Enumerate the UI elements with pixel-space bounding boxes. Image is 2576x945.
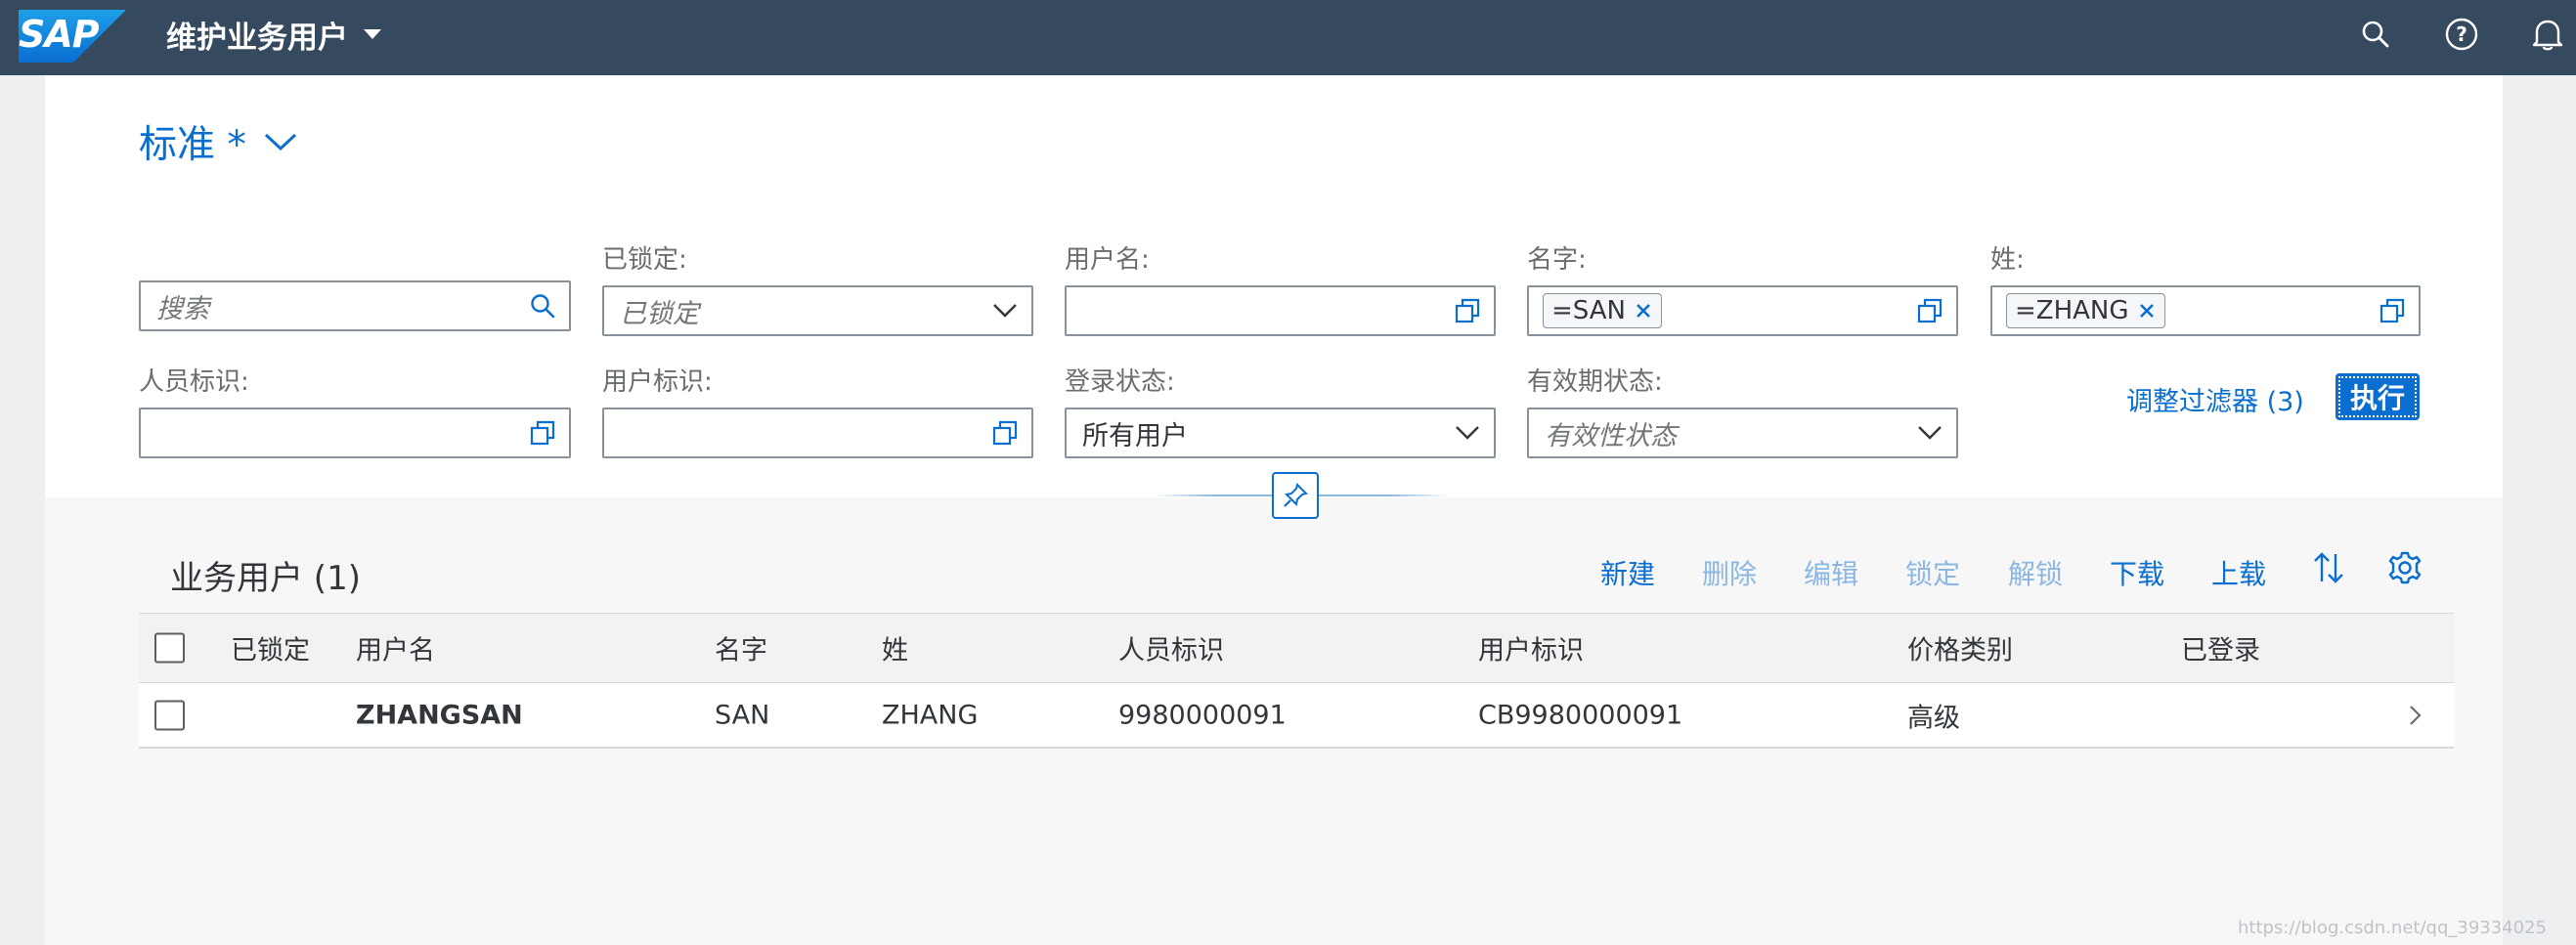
column-header-logged-on[interactable]: 已登录: [2181, 629, 2260, 667]
sap-logo-text: SAP: [19, 13, 100, 56]
username-filter-input[interactable]: [1065, 285, 1496, 336]
lock-button[interactable]: 锁定: [1905, 553, 1960, 592]
first-name-filter-label: 名字:: [1527, 245, 1587, 275]
search-placeholder: 搜索: [156, 293, 209, 324]
locked-filter-placeholder: 已锁定: [620, 298, 699, 329]
locked-filter-label: 已锁定:: [602, 245, 687, 275]
pin-header-button[interactable]: [1272, 472, 1319, 519]
person-id-filter-label: 人员标识:: [139, 367, 249, 397]
delete-button[interactable]: 删除: [1702, 553, 1757, 592]
cell-username: ZHANGSAN: [356, 700, 523, 730]
value-help-icon[interactable]: [990, 418, 1020, 448]
close-icon[interactable]: [2137, 301, 2157, 321]
username-filter-label: 用户名:: [1065, 245, 1150, 275]
column-header-person-id[interactable]: 人员标识: [1118, 629, 1224, 667]
go-button[interactable]: 执行: [2336, 373, 2420, 420]
last-name-token[interactable]: =ZHANG: [2006, 293, 2165, 328]
validity-status-filter-select[interactable]: 有效性状态: [1527, 408, 1958, 458]
cell-last-name: ZHANG: [882, 700, 979, 730]
value-help-icon[interactable]: [1453, 296, 1482, 325]
close-icon[interactable]: [1634, 301, 1653, 321]
page: 标准 * 搜索 已锁定: 已锁定 用户名: 名字: =SAN 姓: =ZHANG…: [45, 75, 2503, 945]
chevron-down-icon[interactable]: [1915, 418, 1944, 448]
column-header-last-name[interactable]: 姓: [882, 629, 908, 667]
watermark-text: https://blog.csdn.net/qq_39334025: [2237, 918, 2547, 938]
search-input[interactable]: 搜索: [139, 280, 571, 331]
column-header-first-name[interactable]: 名字: [715, 629, 767, 667]
table-row[interactable]: ZHANGSAN SAN ZHANG 9980000091 CB99800000…: [139, 683, 2454, 749]
value-help-icon[interactable]: [2378, 296, 2407, 325]
cell-first-name: SAN: [715, 700, 770, 730]
shell-bar: SAP 维护业务用户 ?: [0, 0, 2576, 75]
download-button[interactable]: 下载: [2110, 553, 2164, 592]
chevron-down-icon[interactable]: [990, 296, 1020, 325]
logon-status-filter-value: 所有用户: [1082, 420, 1188, 451]
value-help-icon[interactable]: [1915, 296, 1944, 325]
users-table: 已锁定 用户名 名字 姓 人员标识 用户标识 价格类别 已登录 ZHANGSAN…: [139, 613, 2454, 749]
unlock-button[interactable]: 解锁: [2008, 553, 2063, 592]
search-icon[interactable]: [2355, 14, 2396, 55]
column-header-user-id[interactable]: 用户标识: [1478, 629, 1584, 667]
user-id-filter-input[interactable]: [602, 408, 1033, 458]
sort-icon[interactable]: [2309, 548, 2348, 587]
table-title: 业务用户 (1): [170, 559, 361, 598]
adapt-filters-link[interactable]: 调整过滤器 (3): [2126, 380, 2304, 418]
validity-status-filter-label: 有效期状态:: [1527, 367, 1663, 397]
value-help-icon[interactable]: [528, 418, 557, 448]
create-button[interactable]: 新建: [1600, 553, 1655, 592]
user-id-filter-label: 用户标识:: [602, 367, 713, 397]
upload-button[interactable]: 上载: [2211, 553, 2266, 592]
last-name-filter-label: 姓:: [1990, 245, 2025, 275]
person-id-filter-input[interactable]: [139, 408, 571, 458]
row-select-checkbox[interactable]: [154, 700, 185, 730]
last-name-token-text: =ZHANG: [2015, 296, 2129, 325]
cell-price-category: 高级: [1907, 703, 1960, 733]
column-header-locked[interactable]: 已锁定: [231, 629, 310, 667]
chevron-down-icon[interactable]: [1453, 418, 1482, 448]
logon-status-filter-select[interactable]: 所有用户: [1065, 408, 1496, 458]
column-header-username[interactable]: 用户名: [356, 629, 435, 667]
sap-logo[interactable]: SAP: [19, 10, 126, 63]
chevron-right-icon[interactable]: [2405, 704, 2424, 727]
first-name-token[interactable]: =SAN: [1543, 293, 1663, 328]
locked-filter-select[interactable]: 已锁定: [602, 285, 1033, 336]
select-all-checkbox[interactable]: [154, 632, 185, 664]
column-header-price-category[interactable]: 价格类别: [1907, 629, 2013, 667]
notifications-icon[interactable]: [2527, 14, 2568, 55]
table-header-row: 已锁定 用户名 名字 姓 人员标识 用户标识 价格类别 已登录: [139, 613, 2454, 683]
help-icon[interactable]: ?: [2441, 14, 2482, 55]
app-title-menu[interactable]: 维护业务用户: [166, 0, 383, 68]
first-name-token-text: =SAN: [1551, 296, 1627, 325]
pin-icon: [1284, 483, 1308, 507]
app-title: 维护业务用户: [166, 20, 348, 56]
cell-user-id: CB9980000091: [1478, 700, 1683, 730]
search-icon[interactable]: [528, 291, 557, 321]
last-name-filter-input[interactable]: =ZHANG: [1990, 285, 2421, 336]
variant-selector[interactable]: 标准 *: [139, 114, 297, 169]
caret-down-icon: [364, 29, 381, 39]
chevron-down-icon: [264, 133, 296, 151]
cell-person-id: 9980000091: [1118, 700, 1287, 730]
edit-button[interactable]: 编辑: [1804, 553, 1858, 592]
settings-gear-icon[interactable]: [2385, 548, 2424, 587]
filter-bar: 标准 * 搜索 已锁定: 已锁定 用户名: 名字: =SAN 姓: =ZHANG…: [45, 75, 2503, 497]
first-name-filter-input[interactable]: =SAN: [1527, 285, 1958, 336]
variant-label: 标准 *: [139, 123, 246, 167]
validity-status-filter-placeholder: 有效性状态: [1545, 420, 1677, 451]
logon-status-filter-label: 登录状态:: [1065, 367, 1175, 397]
svg-text:?: ?: [2456, 22, 2467, 46]
